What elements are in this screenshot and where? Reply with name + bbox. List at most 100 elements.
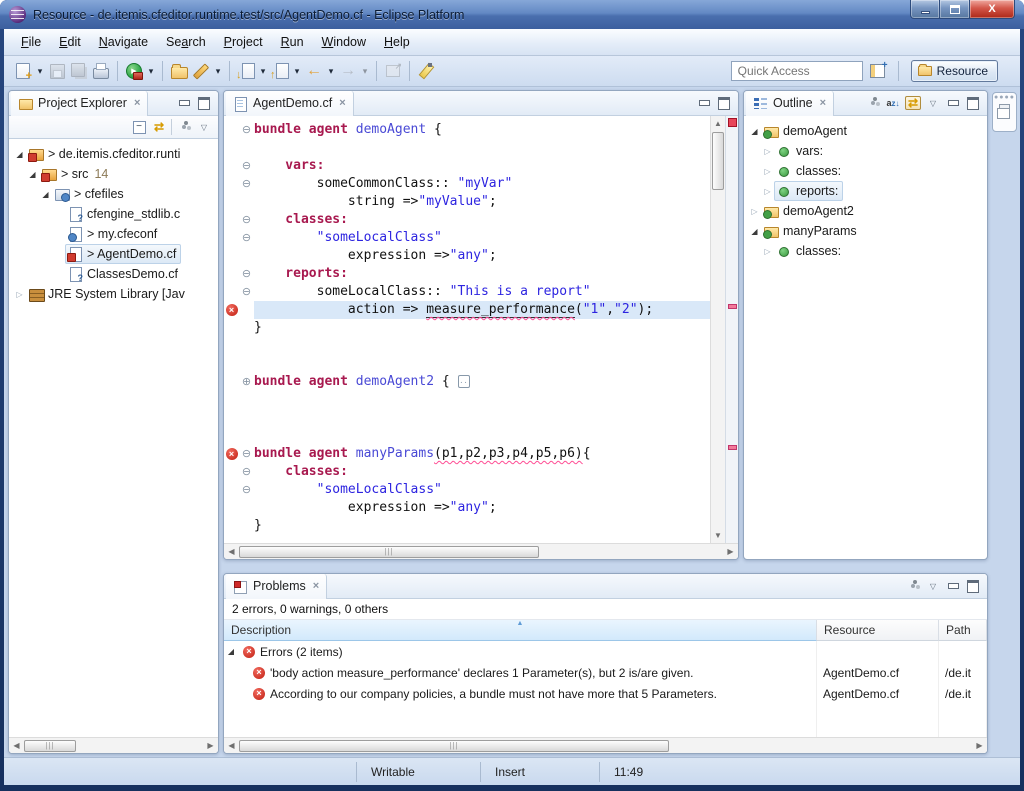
scroll-thumb[interactable] xyxy=(239,740,669,752)
project-explorer-close-icon[interactable]: × xyxy=(134,97,140,109)
fold-minus-icon[interactable]: ⊖ xyxy=(239,481,254,499)
outline-tab[interactable]: Outline × xyxy=(746,91,834,116)
dropdown-arrow-icon[interactable] xyxy=(291,60,303,82)
collapse-arrow-icon[interactable]: ◢ xyxy=(748,227,761,236)
outline-item[interactable]: ▷demoAgent2 xyxy=(744,201,987,221)
code-line[interactable]: } xyxy=(224,517,710,535)
project-explorer-item[interactable]: ◢> src14 xyxy=(9,164,218,184)
expand-arrow-icon[interactable]: ▷ xyxy=(761,147,774,156)
error-marker-icon[interactable]: × xyxy=(226,448,238,460)
tree-item-content[interactable]: demoAgent2 xyxy=(761,201,859,221)
editor-tab-agentdemo[interactable]: AgentDemo.cf × xyxy=(226,91,354,116)
tree-item-content[interactable]: classes: xyxy=(774,161,846,181)
tree-item-content[interactable]: classes: xyxy=(774,241,846,261)
expand-arrow-icon[interactable]: ▷ xyxy=(761,167,774,176)
fold-minus-icon[interactable]: ⊖ xyxy=(239,283,254,301)
code-line[interactable]: ×⊖bundle agent manyParams(p1,p2,p3,p4,p5… xyxy=(224,445,710,463)
drag-handle-icon[interactable]: ●●●● xyxy=(994,95,1015,100)
code-line[interactable] xyxy=(224,391,710,409)
dropdown-arrow-icon[interactable] xyxy=(145,60,157,82)
back-arrow-icon[interactable] xyxy=(303,60,325,82)
maximize-button[interactable] xyxy=(940,0,970,19)
resource-perspective-button[interactable]: Resource xyxy=(911,60,998,82)
open-folder-icon[interactable] xyxy=(168,60,190,82)
menu-edit[interactable]: Edit xyxy=(50,32,90,52)
fold-minus-icon[interactable]: ⊖ xyxy=(239,157,254,175)
tree-item-content[interactable]: JRE System Library [Jav xyxy=(26,284,190,304)
scroll-left-icon[interactable]: ◀ xyxy=(224,544,239,559)
close-button[interactable]: X xyxy=(970,0,1015,19)
problems-tab[interactable]: Problems × xyxy=(226,574,327,599)
editor-tab-close-icon[interactable]: × xyxy=(339,97,345,109)
tree-item-content[interactable]: manyParams xyxy=(761,221,862,241)
project-explorer-item[interactable]: cfengine_stdlib.c xyxy=(9,204,218,224)
fold-minus-icon[interactable]: ⊖ xyxy=(239,121,254,139)
editor-vscrollbar[interactable]: ▲ ▼ xyxy=(710,116,725,543)
tree-item-content[interactable]: > AgentDemo.cf xyxy=(65,244,181,264)
code-line[interactable] xyxy=(224,409,710,427)
outline-link-with-editor-icon[interactable] xyxy=(905,96,921,110)
code-line[interactable] xyxy=(224,355,710,373)
tree-item-content[interactable]: > cfefiles xyxy=(52,184,129,204)
column-header-path[interactable]: Path xyxy=(939,620,987,641)
fold-minus-icon[interactable]: ⊖ xyxy=(239,229,254,247)
customize-view-icon[interactable] xyxy=(176,120,192,134)
problems-maximize-icon[interactable] xyxy=(965,579,981,593)
project-explorer-minimize-icon[interactable] xyxy=(176,96,192,110)
project-explorer-tab[interactable]: Project Explorer × xyxy=(11,91,148,116)
column-header-resource[interactable]: Resource xyxy=(817,620,939,641)
error-marker-icon[interactable]: × xyxy=(226,304,238,316)
problems-close-icon[interactable]: × xyxy=(313,580,319,592)
code-line[interactable]: expression =>"any"; xyxy=(224,247,710,265)
open-perspective-icon[interactable] xyxy=(867,60,889,82)
code-area[interactable]: ⊖bundle agent demoAgent {⊖ vars:⊖ someCo… xyxy=(224,116,710,543)
link-with-editor-icon[interactable] xyxy=(151,120,167,134)
dropdown-arrow-icon[interactable] xyxy=(325,60,337,82)
menu-navigate[interactable]: Navigate xyxy=(90,32,157,52)
editor-maximize-icon[interactable] xyxy=(716,96,732,110)
code-line[interactable]: ⊖ classes: xyxy=(224,211,710,229)
tree-item-content[interactable]: cfengine_stdlib.c xyxy=(65,204,185,224)
menu-help[interactable]: Help xyxy=(375,32,419,52)
code-line[interactable]: ⊖bundle agent demoAgent { xyxy=(224,121,710,139)
tree-item-content[interactable]: > src14 xyxy=(39,164,113,184)
expand-arrow-icon[interactable]: ▷ xyxy=(761,247,774,256)
code-line[interactable]: string =>"myValue"; xyxy=(224,193,710,211)
restore-view-icon[interactable] xyxy=(999,104,1010,113)
project-explorer-hscrollbar[interactable]: ◀ ▶ xyxy=(9,737,218,753)
tree-item-content[interactable]: > de.itemis.cfeditor.runti xyxy=(26,144,185,164)
code-line[interactable]: expression =>"any"; xyxy=(224,499,710,517)
outline-item[interactable]: ▷classes: xyxy=(744,161,987,181)
scroll-up-icon[interactable]: ▲ xyxy=(711,116,726,131)
previous-annotation-icon[interactable] xyxy=(269,60,291,82)
code-line[interactable]: ⊖ "someLocalClass" xyxy=(224,481,710,499)
minimize-button[interactable] xyxy=(910,0,940,19)
scroll-down-icon[interactable]: ▼ xyxy=(711,528,726,543)
outline-minimize-icon[interactable] xyxy=(945,96,961,110)
project-explorer-maximize-icon[interactable] xyxy=(196,96,212,110)
outline-item[interactable]: ◢manyParams xyxy=(744,221,987,241)
code-line[interactable]: ⊕bundle agent demoAgent2 { .. xyxy=(224,373,710,391)
problem-row[interactable]: ×According to our company policies, a bu… xyxy=(224,683,987,704)
quick-access-input[interactable] xyxy=(731,61,863,81)
mark-occurrences-icon[interactable] xyxy=(415,60,437,82)
dropdown-arrow-icon[interactable] xyxy=(212,60,224,82)
menu-run[interactable]: Run xyxy=(272,32,313,52)
scroll-thumb[interactable] xyxy=(24,740,76,752)
expand-arrow-icon[interactable]: ▷ xyxy=(13,290,26,299)
collapse-arrow-icon[interactable]: ◢ xyxy=(748,127,761,136)
fold-plus-icon[interactable]: ⊕ xyxy=(239,373,254,391)
print-icon[interactable] xyxy=(90,60,112,82)
problems-filter-icon[interactable] xyxy=(905,579,921,593)
project-explorer-item[interactable]: ◢> de.itemis.cfeditor.runti xyxy=(9,144,218,164)
code-line[interactable]: } xyxy=(224,319,710,337)
collapse-arrow-icon[interactable]: ◢ xyxy=(26,170,39,179)
code-line[interactable] xyxy=(224,427,710,445)
run-external-tools-icon[interactable] xyxy=(123,60,145,82)
scroll-right-icon[interactable]: ▶ xyxy=(723,544,738,559)
expand-arrow-icon[interactable]: ▷ xyxy=(748,207,761,216)
outline-item[interactable]: ▷vars: xyxy=(744,141,987,161)
expand-arrow-icon[interactable]: ▷ xyxy=(761,187,774,196)
dropdown-arrow-icon[interactable] xyxy=(257,60,269,82)
problems-minimize-icon[interactable] xyxy=(945,579,961,593)
